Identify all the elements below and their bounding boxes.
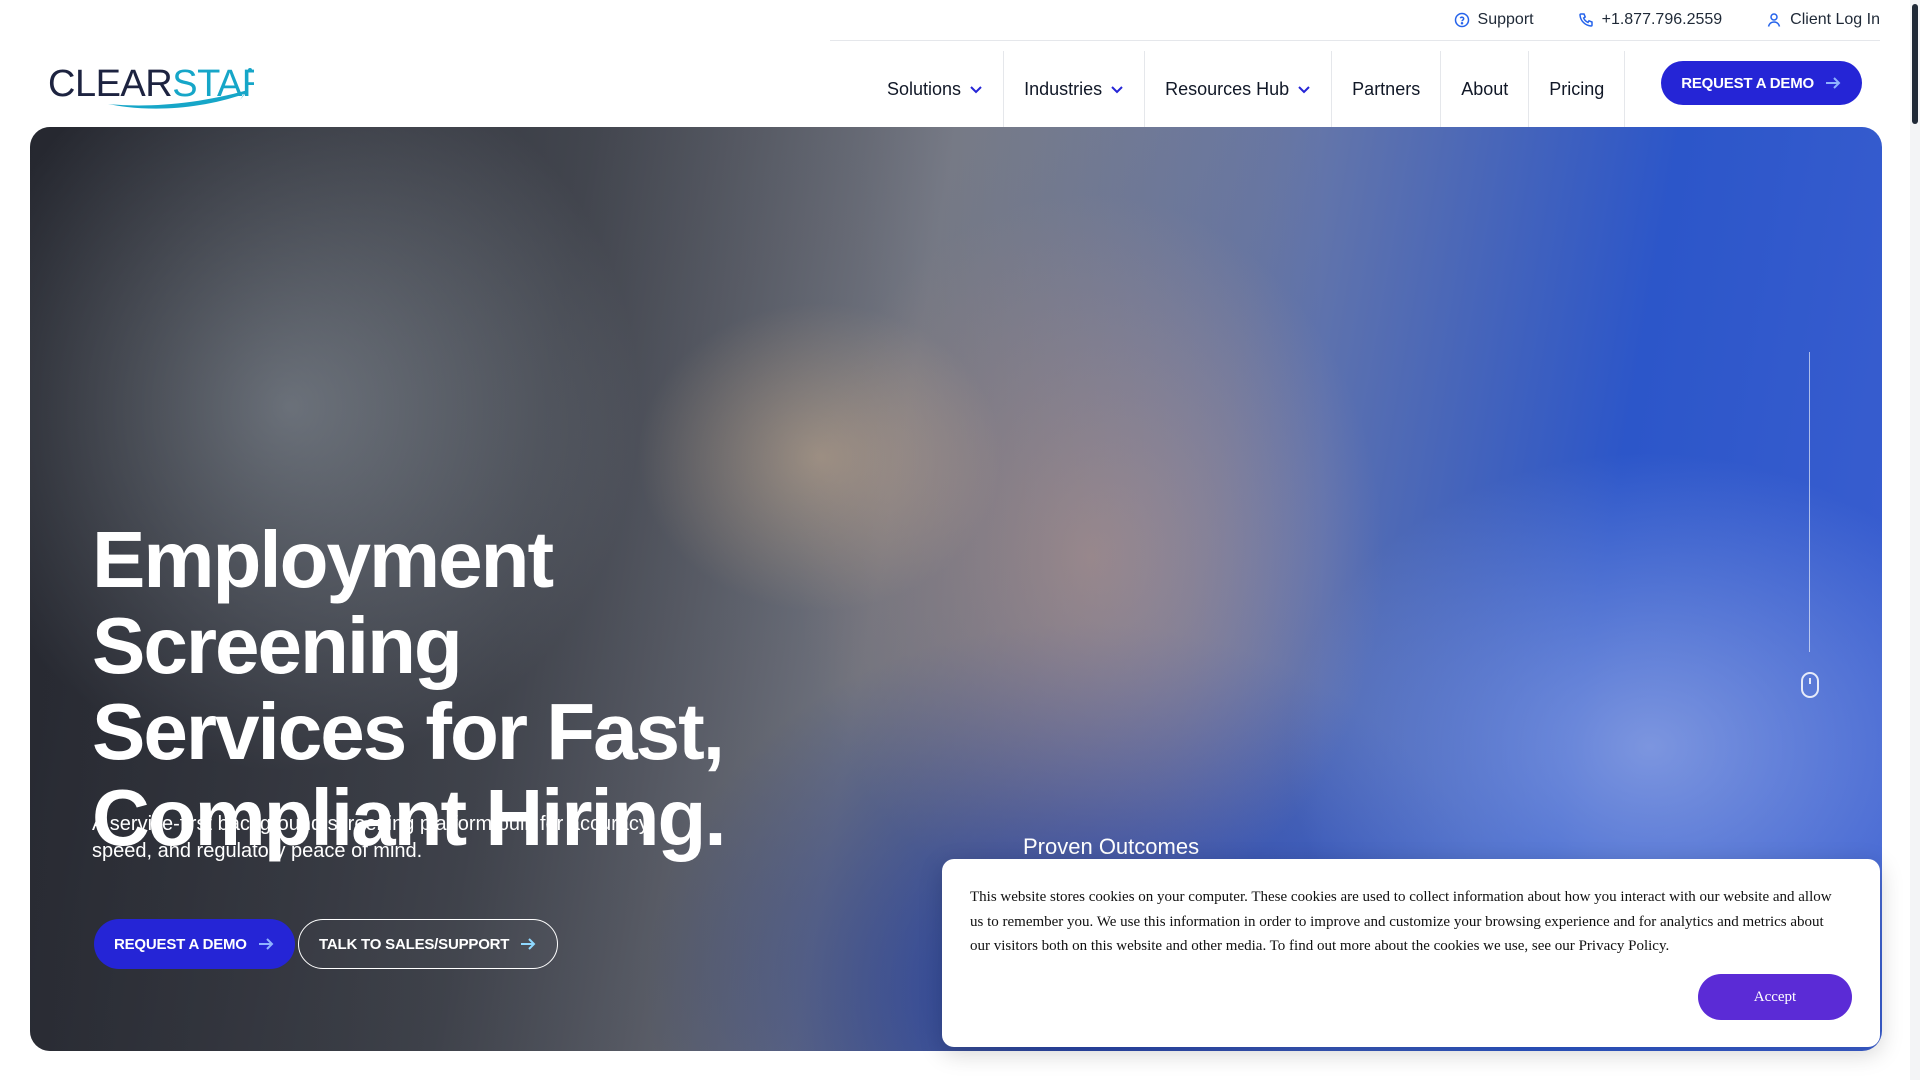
- talk-to-sales-button[interactable]: TALK TO SALES/SUPPORT: [298, 919, 559, 969]
- help-circle-icon: [1454, 12, 1469, 28]
- scrollbar-thumb[interactable]: [1912, 4, 1918, 124]
- scroll-indicator-line: [1809, 352, 1810, 652]
- nav-resources-hub[interactable]: Resources Hub: [1145, 51, 1333, 127]
- proven-outcomes-heading: Proven Outcomes: [1023, 834, 1200, 859]
- cookie-message-text: This website stores cookies on your comp…: [970, 889, 1832, 954]
- logo-registered-icon: [248, 68, 252, 72]
- logo-text-clear: CLEAR: [48, 63, 172, 105]
- hero-title-line-2: Services for Fast,: [92, 687, 725, 776]
- support-label: Support: [1477, 11, 1534, 28]
- chevron-down-icon: [1111, 86, 1123, 94]
- nav-solutions-label: Solutions: [887, 78, 962, 99]
- cookie-message: This website stores cookies on your comp…: [970, 889, 1832, 954]
- hero-request-demo-button[interactable]: REQUEST A DEMO: [94, 919, 295, 969]
- support-link[interactable]: Support: [1454, 11, 1534, 29]
- utility-divider: [830, 40, 1880, 41]
- talk-to-sales-label: TALK TO SALES/SUPPORT: [319, 935, 510, 953]
- cookie-banner: This website stores cookies on your comp…: [942, 859, 1880, 1047]
- arrow-right-icon: [1826, 77, 1841, 89]
- chevron-down-icon: [1298, 86, 1310, 94]
- phone-icon: [1578, 13, 1593, 27]
- arrow-right-icon: [521, 938, 536, 950]
- chevron-down-icon: [970, 86, 982, 94]
- phone-number: +1.877.796.2559: [1601, 11, 1723, 28]
- arrow-right-icon: [258, 938, 274, 950]
- scroll-mouse-icon[interactable]: [1801, 672, 1819, 698]
- nav-about[interactable]: About: [1441, 51, 1530, 127]
- hero-title-line-1: Employment Screening: [92, 515, 554, 690]
- hero-subtitle: A service-first background screening pla…: [92, 813, 653, 862]
- clearstar-logo[interactable]: CLEARSTAR: [48, 60, 254, 110]
- client-login-link[interactable]: Client Log In: [1766, 11, 1880, 29]
- nav-solutions[interactable]: Solutions: [847, 51, 1005, 127]
- nav-industries-label: Industries: [1024, 78, 1103, 99]
- nav-industries[interactable]: Industries: [1004, 51, 1146, 127]
- main-navigation: Solutions Industries Resources Hub Partn…: [847, 51, 1882, 127]
- privacy-policy-link[interactable]: Privacy Policy: [1579, 938, 1666, 954]
- utility-bar: Support +1.877.796.2559 Client Log In: [1454, 0, 1880, 40]
- nav-pricing[interactable]: Pricing: [1529, 51, 1626, 127]
- hero-request-demo-label: REQUEST A DEMO: [114, 935, 247, 953]
- nav-partners-label: Partners: [1352, 78, 1421, 99]
- phone-link[interactable]: +1.877.796.2559: [1578, 11, 1723, 29]
- nav-request-demo-label: REQUEST A DEMO: [1681, 74, 1814, 92]
- nav-partners[interactable]: Partners: [1332, 51, 1442, 127]
- nav-request-demo-button[interactable]: REQUEST A DEMO: [1661, 61, 1862, 105]
- nav-resources-hub-label: Resources Hub: [1165, 78, 1290, 99]
- page-scrollbar[interactable]: [1910, 0, 1920, 1080]
- hero-title: Employment Screening Services for Fast, …: [92, 517, 932, 861]
- user-icon: [1767, 13, 1781, 27]
- cookie-accept-button[interactable]: Accept: [1698, 974, 1852, 1020]
- nav-pricing-label: Pricing: [1549, 78, 1605, 99]
- client-login-label: Client Log In: [1790, 11, 1880, 28]
- nav-about-label: About: [1461, 78, 1509, 99]
